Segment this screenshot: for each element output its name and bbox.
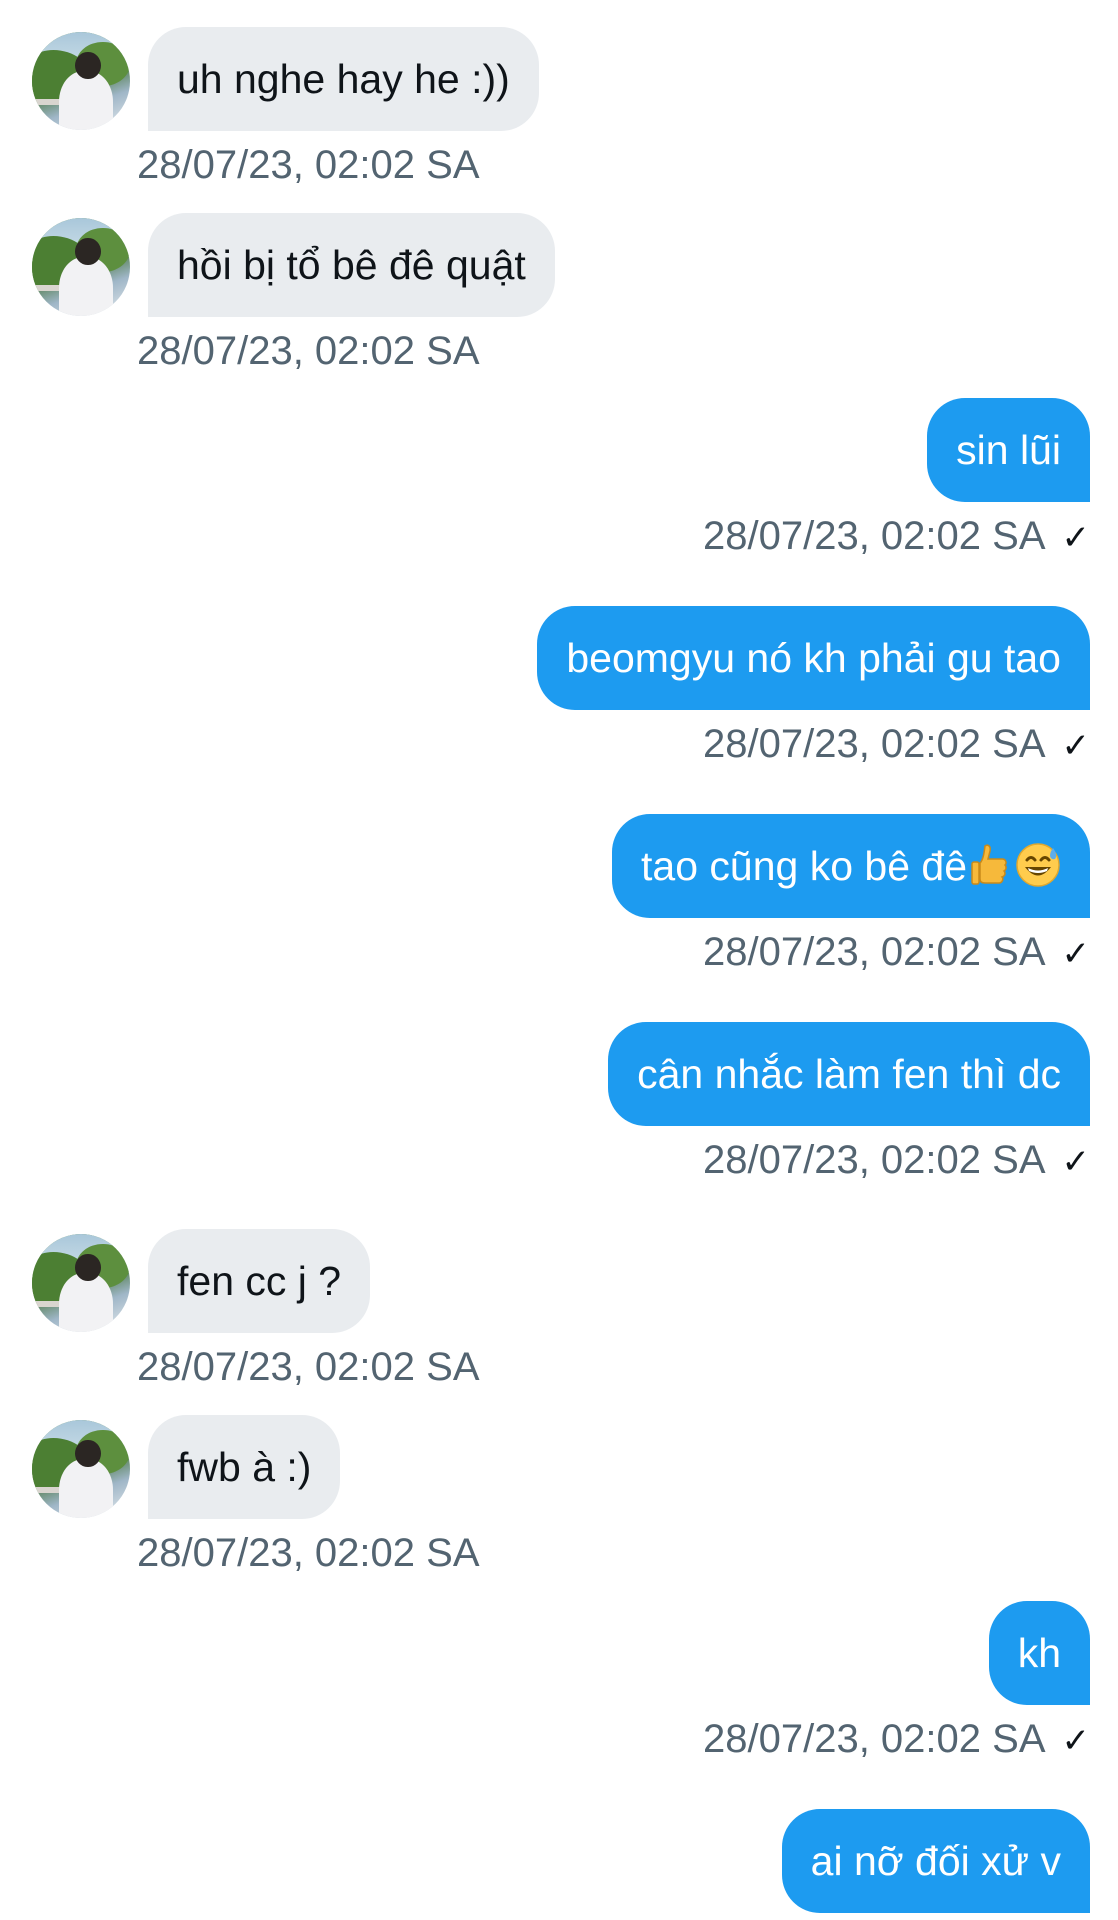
message-timestamp: 28/07/23, 02:02 SA xyxy=(137,329,480,373)
message-bubble-outgoing[interactable]: sin lũi xyxy=(927,398,1090,502)
thumbs-up-icon xyxy=(971,844,1007,885)
conversation-thread: uh nghe hay he :)) 28/07/23, 02:02 SA hồ… xyxy=(0,0,1118,1920)
message-timestamp: 28/07/23, 02:02 SA xyxy=(137,1345,480,1389)
message-timestamp: 28/07/23, 02:02 SA xyxy=(703,722,1046,766)
message-bubble-outgoing[interactable]: tao cũng ko bê đê xyxy=(612,814,1090,918)
grinning-sweat-icon xyxy=(1016,843,1060,887)
message-meta: 28/07/23, 02:02 SA ✓ xyxy=(703,720,1090,770)
check-icon: ✓ xyxy=(1061,519,1091,558)
contact-avatar[interactable] xyxy=(32,218,130,316)
message-bubble-outgoing[interactable]: ai nỡ đối xử v xyxy=(781,1809,1090,1913)
message-bubble-incoming[interactable]: uh nghe hay he :)) xyxy=(148,27,539,131)
message-bubble-incoming[interactable]: fen cc j ? xyxy=(148,1229,371,1333)
message-text: tao cũng ko bê đê xyxy=(641,843,967,889)
message-timestamp: 28/07/23, 02:02 SA xyxy=(703,1717,1046,1761)
message-bubble-incoming[interactable]: fwb à :) xyxy=(148,1415,341,1519)
message-timestamp: 28/07/23, 02:02 SA xyxy=(137,143,480,187)
message-bubble-outgoing[interactable]: kh xyxy=(988,1601,1090,1705)
message-timestamp: 28/07/23, 02:02 SA xyxy=(703,1138,1046,1182)
message-timestamp: 28/07/23, 02:02 SA xyxy=(703,930,1046,974)
message-meta: 28/07/23, 02:02 SA ✓ xyxy=(703,928,1090,978)
message-bubble-incoming[interactable]: hồi bị tổ bê đê quật xyxy=(148,213,555,317)
contact-avatar[interactable] xyxy=(32,32,130,130)
message-bubble-outgoing[interactable]: beomgyu nó kh phải gu tao xyxy=(537,606,1090,710)
contact-avatar[interactable] xyxy=(32,1234,130,1332)
check-icon: ✓ xyxy=(1061,727,1091,766)
contact-avatar[interactable] xyxy=(32,1420,130,1518)
message-meta: 28/07/23, 02:02 SA ✓ xyxy=(703,512,1090,562)
message-timestamp: 28/07/23, 02:02 SA xyxy=(703,514,1046,558)
check-icon: ✓ xyxy=(1061,1722,1091,1761)
check-icon: ✓ xyxy=(1061,935,1091,974)
check-icon: ✓ xyxy=(1061,1143,1091,1182)
message-bubble-outgoing[interactable]: cân nhắc làm fen thì dc xyxy=(608,1022,1090,1126)
message-timestamp: 28/07/23, 02:02 SA xyxy=(137,1531,480,1575)
message-meta: 28/07/23, 02:02 SA ✓ xyxy=(703,1715,1090,1765)
message-meta: 28/07/23, 02:02 SA ✓ xyxy=(703,1136,1090,1186)
